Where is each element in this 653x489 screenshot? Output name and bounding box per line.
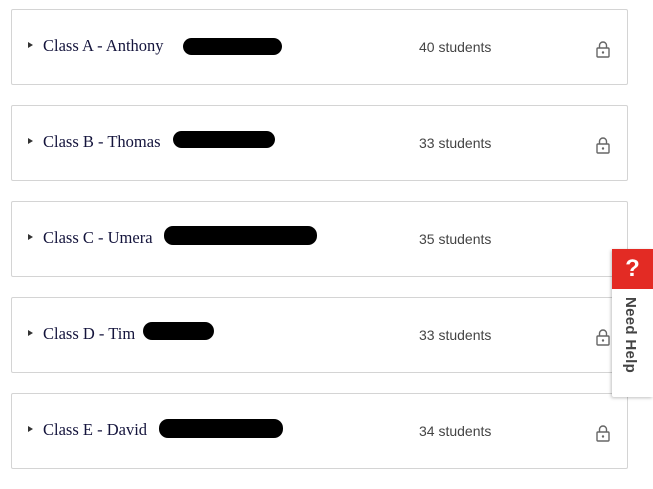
lock-icon[interactable]	[596, 40, 610, 58]
caret-right-icon[interactable]	[28, 138, 33, 144]
student-count: 33 students	[419, 327, 492, 343]
caret-right-icon[interactable]	[28, 426, 33, 432]
class-name[interactable]: Class E - David	[43, 420, 147, 440]
caret-right-icon[interactable]	[28, 42, 33, 48]
class-row-a[interactable]: Class A - Anthony 40 students	[11, 9, 628, 85]
class-name[interactable]: Class A - Anthony	[43, 36, 164, 56]
class-name[interactable]: Class D - Tim	[43, 324, 135, 344]
redaction-mark	[183, 38, 282, 55]
student-count: 33 students	[419, 135, 492, 151]
class-row-e[interactable]: Class E - David 34 students	[11, 393, 628, 469]
student-count: 35 students	[419, 231, 492, 247]
redaction-mark	[143, 322, 214, 340]
redaction-mark	[173, 131, 275, 148]
lock-icon[interactable]	[596, 424, 610, 442]
class-row-c[interactable]: Class C - Umera 35 students	[11, 201, 628, 277]
redaction-mark	[164, 226, 317, 245]
caret-right-icon[interactable]	[28, 234, 33, 240]
class-name[interactable]: Class C - Umera	[43, 228, 153, 248]
class-list: Class A - Anthony 40 students Class B - …	[11, 9, 628, 489]
need-help-label[interactable]: Need Help	[622, 297, 639, 373]
need-help-tab[interactable]: ? Need Help	[612, 249, 653, 397]
class-row-b[interactable]: Class B - Thomas 33 students	[11, 105, 628, 181]
lock-icon[interactable]	[596, 328, 610, 346]
caret-right-icon[interactable]	[28, 330, 33, 336]
class-row-d[interactable]: Class D - Tim 33 students	[11, 297, 628, 373]
question-mark-icon[interactable]: ?	[612, 249, 653, 289]
class-name[interactable]: Class B - Thomas	[43, 132, 161, 152]
student-count: 34 students	[419, 423, 492, 439]
student-count: 40 students	[419, 39, 492, 55]
lock-icon[interactable]	[596, 136, 610, 154]
redaction-mark	[159, 419, 283, 438]
